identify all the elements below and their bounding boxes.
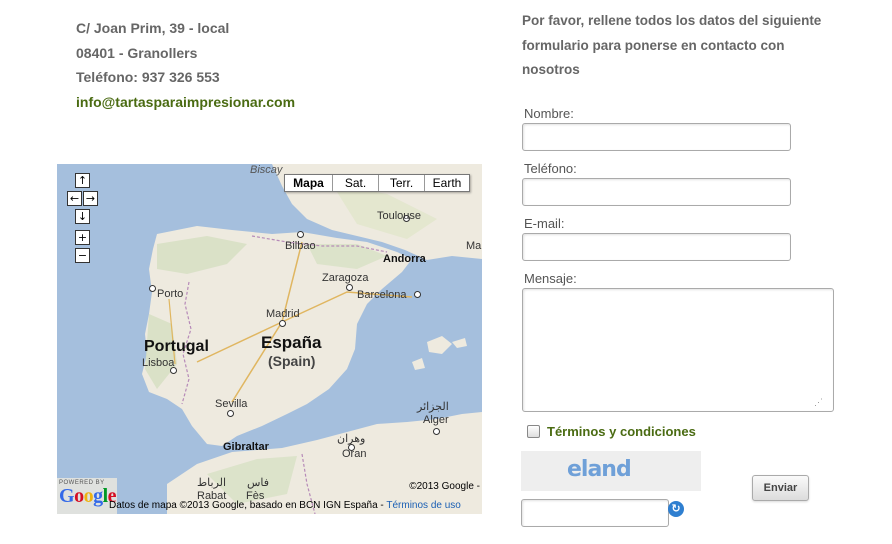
map-label-zaragoza: Zaragoza [322,272,369,284]
zoom-out-icon[interactable]: − [75,248,90,263]
phone-input[interactable] [522,178,791,206]
address-street: C/ Joan Prim, 39 - local [76,20,230,36]
phone-label: Teléfono: [524,161,577,176]
message-textarea[interactable] [522,288,834,412]
google-map[interactable]: Mapa Sat. Terr. Earth ↑ ← → ↓ + − Biscay… [57,164,482,514]
map-label-algiers-ar: الجزائر [417,401,449,413]
map-type-sat-button[interactable]: Sat. [332,175,378,191]
map-label-portugal: Portugal [144,338,209,355]
city-dot-madrid [279,320,286,327]
pan-up-icon[interactable]: ↑ [75,173,90,188]
address-phone: Teléfono: 937 326 553 [76,69,220,85]
pan-right-icon[interactable]: → [83,191,98,206]
map-label-fes-ar: فاس [247,477,270,489]
terms-row: Términos y condiciones [527,424,696,439]
send-button[interactable]: Enviar [752,475,809,501]
map-label-madrid: Madrid [266,308,300,320]
email-label: E-mail: [524,216,565,231]
captcha-image: eland [521,451,701,491]
contact-address: C/ Joan Prim, 39 - local 08401 - Granoll… [76,16,295,114]
captcha-text: eland [567,457,632,482]
map-label-sevilla: Sevilla [215,398,248,410]
address-email-link[interactable]: info@tartasparaimpresionar.com [76,90,295,115]
google-logo[interactable]: POWERED BY Google [59,480,117,508]
city-dot-barcelona [414,291,421,298]
name-label: Nombre: [524,106,574,121]
map-label-barcelona: Barcelona [357,289,407,301]
city-dot-sevilla [227,410,234,417]
city-dot-alger [433,428,440,435]
pan-down-icon[interactable]: ↓ [75,209,90,224]
map-attribution: Datos de mapa ©2013 Google, basado en BC… [109,500,461,511]
form-intro: Por favor, rellene todos los datos del s… [522,13,822,78]
zoom-in-icon[interactable]: + [75,230,90,245]
map-label-gibraltar: Gibraltar [223,441,269,453]
map-label-ma: Ma [466,240,482,252]
google-wordmark: Google [59,485,117,507]
city-dot-zaragoza [346,284,353,291]
email-input[interactable] [522,233,791,261]
map-type-selector: Mapa Sat. Terr. Earth [284,174,470,192]
map-type-terr-button[interactable]: Terr. [378,175,424,191]
map-type-earth-button[interactable]: Earth [424,175,469,191]
name-input[interactable] [522,123,791,151]
map-label-porto: Porto [157,288,184,300]
captcha-input[interactable] [521,499,669,527]
map-label-andorra: Andorra [383,253,426,265]
address-city: 08401 - Granollers [76,44,198,61]
city-dot-porto [149,285,156,292]
map-label-toulouse: Toulouse [377,210,422,222]
map-type-mapa-button[interactable]: Mapa [285,175,332,191]
map-attribution-text: Datos de mapa ©2013 Google, basado en BC… [109,500,387,511]
terms-checkbox[interactable] [527,425,540,438]
captcha-refresh-icon[interactable]: ↻ [668,501,684,517]
map-label-alger: Alger [423,414,449,426]
terms-link[interactable]: Términos y condiciones [547,424,696,439]
map-label-bilbao: Bilbao [285,240,316,252]
resize-grip-icon[interactable]: ⋰ [814,396,826,408]
pan-left-icon[interactable]: ← [67,191,82,206]
map-label-oran: Oran [342,448,367,460]
map-label-biscay: Biscay [250,164,283,176]
map-label-lisboa: Lisboa [142,357,175,369]
map-label-spain: (Spain) [268,353,316,369]
map-label-rabat-ar: الرباط [197,477,227,489]
map-terms-link[interactable]: Términos de uso [386,500,460,511]
city-dot-bilbao [297,231,304,238]
map-label-espana: España [261,333,322,352]
message-label: Mensaje: [524,271,577,286]
map-copyright: ©2013 Google - [409,481,480,492]
city-dot-lisboa [170,367,177,374]
